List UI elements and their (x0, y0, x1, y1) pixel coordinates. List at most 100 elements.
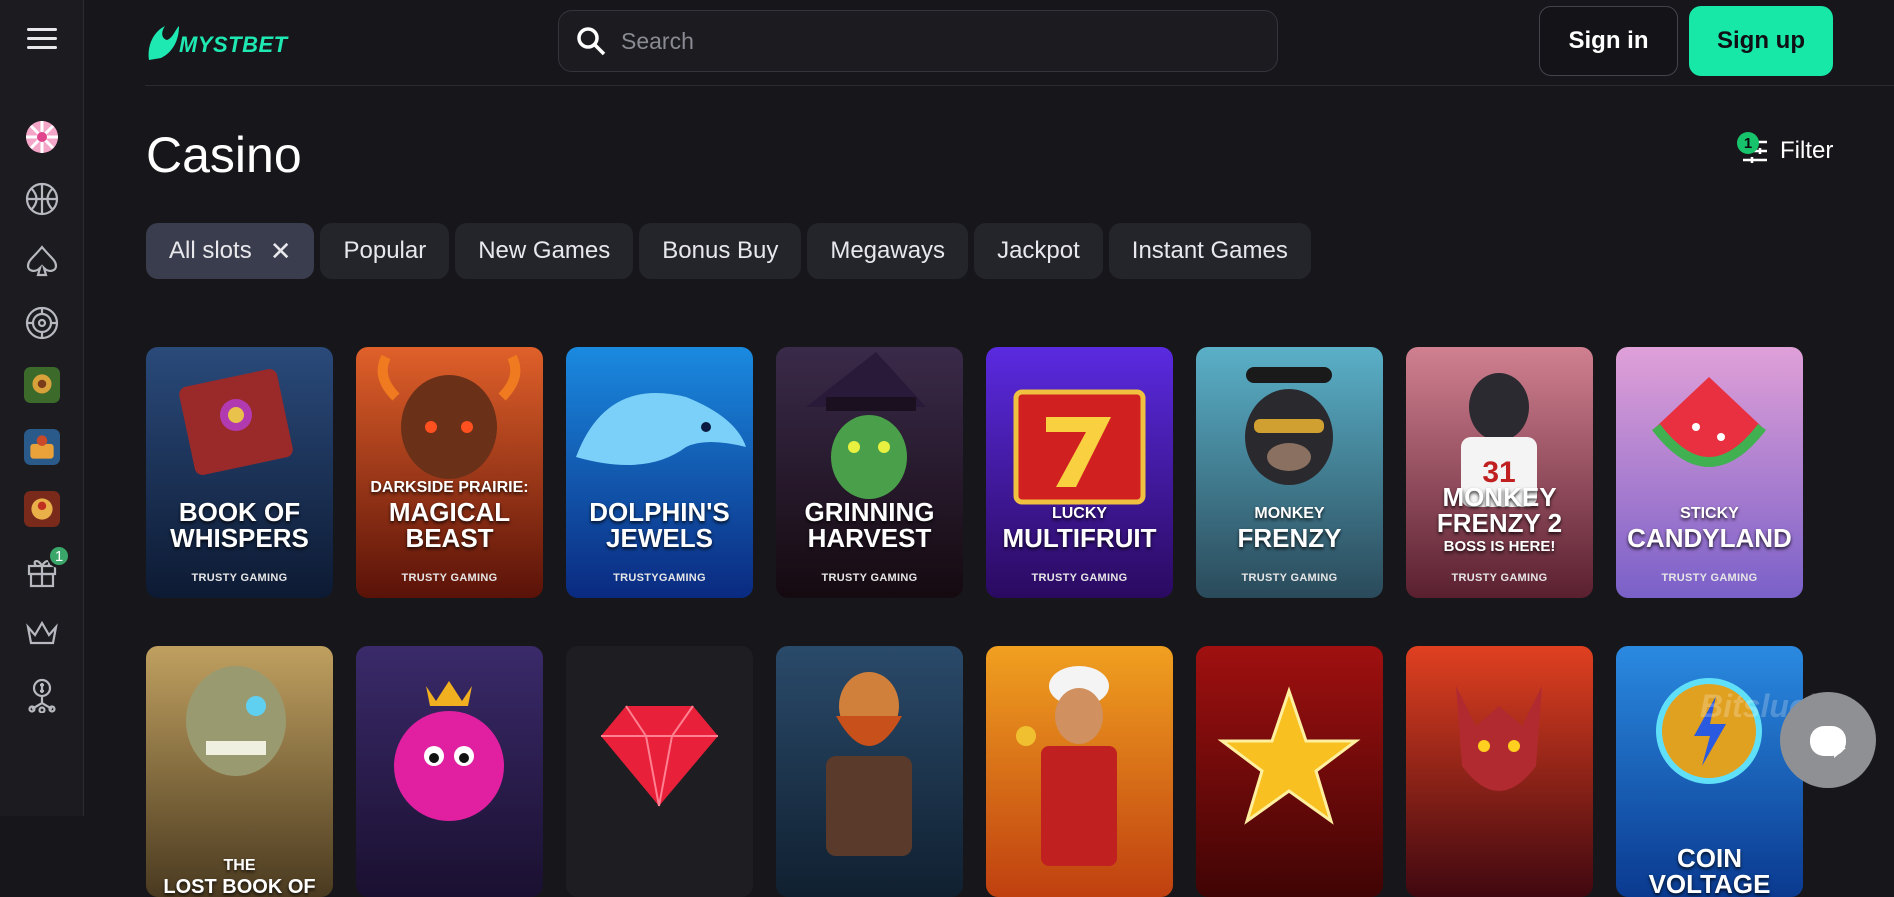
game-provider: TRUSTY GAMING (1661, 572, 1758, 584)
tab-label: Instant Games (1131, 237, 1288, 264)
game-art (146, 347, 333, 598)
category-tabs: All slots ✕ Popular New Games Bonus Buy … (146, 223, 1311, 279)
tab-all-slots[interactable]: All slots ✕ (146, 223, 315, 279)
game-art (986, 347, 1173, 598)
search-input[interactable] (621, 27, 1221, 55)
game-provider: TRUSTY GAMING (1241, 572, 1338, 584)
game-art (776, 646, 963, 897)
game-title: LUCKY MULTIFRUIT (1002, 505, 1157, 553)
game-card[interactable] (776, 646, 963, 897)
game-card[interactable] (1406, 646, 1593, 897)
page-title: Casino (146, 127, 302, 183)
search-icon (577, 27, 606, 56)
game-art (1196, 646, 1383, 897)
tab-label: Bonus Buy (662, 237, 779, 264)
logo-mark-icon (148, 26, 179, 60)
tab-label: New Games (478, 237, 611, 264)
game-card[interactable]: COIN VOLTAGE (1616, 646, 1803, 897)
sidebar-item-game-1[interactable] (0, 354, 84, 416)
game-title: GRINNING HARVEST (804, 497, 935, 553)
game-provider: TRUSTY GAMING (401, 572, 498, 584)
tab-instant-games[interactable]: Instant Games (1108, 223, 1311, 279)
game-card[interactable]: 31 MONKEY FRENZY 2 BOSS IS HERE! TRUSTY G… (1406, 347, 1593, 598)
game-art (776, 347, 963, 598)
game-art (356, 646, 543, 897)
game-provider: TRUSTY GAMING (821, 572, 918, 584)
chat-button[interactable] (1780, 692, 1876, 788)
game-art (986, 646, 1173, 897)
close-icon[interactable]: ✕ (270, 236, 292, 267)
game-thumb-3 (24, 491, 60, 527)
basketball-icon (25, 182, 59, 216)
sidebar: 1 (0, 0, 84, 816)
game-title: DARKSIDE PRAIRIE: MAGICAL BEAST (370, 479, 529, 553)
game-art (356, 347, 543, 598)
spade-icon (26, 245, 58, 277)
tab-label: Jackpot (997, 237, 1080, 264)
crown-icon (26, 620, 58, 645)
candy-icon (26, 121, 58, 153)
top-bar: MYSTBET Sign in Sign up (145, 0, 1894, 86)
game-card[interactable]: DARKSIDE PRAIRIE: MAGICAL BEAST TRUSTY GA… (356, 347, 543, 598)
filter-count-badge: 1 (1737, 132, 1759, 154)
game-provider: TRUSTY GAMING (1031, 572, 1128, 584)
roulette-icon (25, 306, 59, 340)
tab-bonus-buy[interactable]: Bonus Buy (639, 223, 802, 279)
affiliate-icon (28, 678, 56, 713)
menu-icon[interactable] (27, 28, 57, 50)
tab-new-games[interactable]: New Games (455, 223, 634, 279)
game-card[interactable]: DOLPHIN'S JEWELS TRUSTYGAMING (566, 347, 753, 598)
sign-up-button[interactable]: Sign up (1689, 6, 1833, 76)
game-title: STICKY CANDYLAND (1627, 505, 1792, 553)
game-title: COIN VOLTAGE (1648, 843, 1771, 897)
game-card[interactable]: GRINNING HARVEST TRUSTY GAMING (776, 347, 963, 598)
game-card[interactable]: LUCKY MULTIFRUIT TRUSTY GAMING (986, 347, 1173, 598)
game-provider: TRUSTY GAMING (1451, 572, 1548, 584)
sidebar-item-game-3[interactable] (0, 478, 84, 540)
game-provider: TRUSTYGAMING (613, 572, 706, 584)
game-art (566, 646, 753, 897)
game-provider: TRUSTY GAMING (191, 572, 288, 584)
tab-label: All slots (169, 237, 252, 264)
game-title: BOOK OF WHISPERS (170, 497, 309, 553)
game-card[interactable]: MONKEY FRENZY TRUSTY GAMING (1196, 347, 1383, 598)
logo-text: MYSTBET (179, 32, 288, 57)
game-art (1196, 347, 1383, 598)
sidebar-item-affiliate[interactable] (0, 664, 84, 726)
game-art (1616, 347, 1803, 598)
game-title: MONKEY FRENZY (1237, 505, 1342, 553)
game-card[interactable] (566, 646, 753, 897)
sidebar-item-vip[interactable] (0, 602, 84, 664)
game-card[interactable]: THE LOST BOOK OF (146, 646, 333, 897)
tab-jackpot[interactable]: Jackpot (974, 223, 1103, 279)
filter-button[interactable]: 1 Filter (1737, 132, 1834, 166)
game-card[interactable] (1196, 646, 1383, 897)
game-card[interactable]: BOOK OF WHISPERS TRUSTY GAMING (146, 347, 333, 598)
chat-icon-tail (1834, 748, 1846, 758)
game-art (566, 347, 753, 598)
game-thumb-2 (24, 429, 60, 465)
tab-popular[interactable]: Popular (320, 223, 450, 279)
game-thumb-1 (24, 367, 60, 403)
game-card[interactable] (986, 646, 1173, 897)
game-title: MONKEY FRENZY 2 BOSS IS HERE! (1436, 482, 1563, 555)
sidebar-item-roulette[interactable] (0, 292, 84, 354)
sidebar-item-gift[interactable]: 1 (0, 540, 84, 602)
game-card[interactable] (356, 646, 543, 897)
tab-megaways[interactable]: Megaways (807, 223, 969, 279)
game-art: 31 (1406, 347, 1593, 598)
sidebar-item-candy[interactable] (0, 106, 84, 168)
sign-in-button[interactable]: Sign in (1539, 6, 1678, 76)
sidebar-item-sports[interactable] (0, 168, 84, 230)
game-art (1406, 646, 1593, 897)
sidebar-item-poker[interactable] (0, 230, 84, 292)
game-card[interactable]: STICKY CANDYLAND TRUSTY GAMING (1616, 347, 1803, 598)
tab-label: Popular (343, 237, 427, 264)
filter-label: Filter (1780, 137, 1834, 164)
search-bar[interactable] (558, 10, 1278, 72)
game-title: DOLPHIN'S JEWELS (589, 497, 730, 553)
brand-logo[interactable]: MYSTBET (145, 20, 288, 64)
sidebar-item-game-2[interactable] (0, 416, 84, 478)
game-title: THE LOST BOOK OF (163, 857, 316, 897)
gift-badge: 1 (47, 544, 71, 568)
